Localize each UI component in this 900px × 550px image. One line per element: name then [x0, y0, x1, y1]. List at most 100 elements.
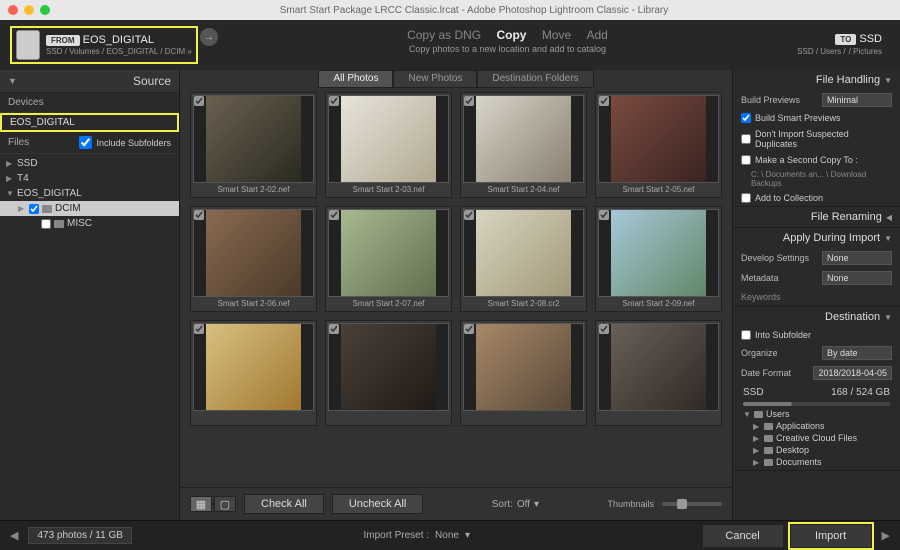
- thumbnail-cell[interactable]: [460, 320, 587, 426]
- thumbnail-checkbox[interactable]: [329, 210, 339, 220]
- thumbnail-checkbox[interactable]: [599, 324, 609, 334]
- thumbnail-checkbox[interactable]: [464, 210, 474, 220]
- build-previews-select[interactable]: Minimal: [822, 93, 892, 107]
- develop-settings-select[interactable]: None: [822, 251, 892, 265]
- chevron-down-icon: ▼: [884, 76, 892, 85]
- thumbnail-cell[interactable]: [325, 320, 452, 426]
- thumbnail-checkbox[interactable]: [599, 210, 609, 220]
- file-handling-header[interactable]: File Handling▼: [733, 70, 900, 90]
- thumbnail-checkbox[interactable]: [194, 324, 204, 334]
- organize-row[interactable]: Organize By date: [733, 343, 900, 363]
- organize-select[interactable]: By date: [822, 346, 892, 360]
- include-subfolders-checkbox[interactable]: [79, 136, 92, 149]
- zoom-traffic-light[interactable]: [40, 5, 50, 15]
- import-preset-selector[interactable]: Import Preset : None ▾: [363, 530, 470, 541]
- thumbnail-cell[interactable]: Smart Start 2-05.nef: [595, 92, 722, 198]
- thumbnail-checkbox[interactable]: [464, 324, 474, 334]
- chevron-down-icon: ▼: [884, 313, 892, 322]
- grid-view-button[interactable]: ▦: [190, 496, 212, 512]
- file-renaming-header[interactable]: File Renaming◀: [733, 207, 900, 227]
- devices-label: Devices: [0, 93, 179, 113]
- check-all-button[interactable]: Check All: [244, 494, 324, 514]
- second-copy-toggle[interactable]: Make a Second Copy To :: [733, 152, 900, 168]
- source-selector[interactable]: FROM EOS_DIGITAL SSD / Volumes / EOS_DIG…: [12, 28, 196, 62]
- thumbnail-image: [598, 95, 719, 183]
- thumbnail-checkbox[interactable]: [194, 96, 204, 106]
- right-panel: File Handling▼ Build Previews Minimal Bu…: [732, 70, 900, 520]
- thumbnail-filename: Smart Start 2-04.nef: [463, 183, 584, 195]
- include-subfolders-toggle[interactable]: Include Subfolders: [79, 136, 171, 149]
- develop-settings-row[interactable]: Develop Settings None: [733, 248, 900, 268]
- date-format-row[interactable]: Date Format 2018/2018-04-05: [733, 363, 900, 383]
- thumbnail-cell[interactable]: Smart Start 2-09.nef: [595, 206, 722, 312]
- thumbnail-checkbox[interactable]: [194, 210, 204, 220]
- thumbnail-cell[interactable]: Smart Start 2-02.nef: [190, 92, 317, 198]
- tab-destination-folders[interactable]: Destination Folders: [477, 70, 593, 88]
- device-eos-digital[interactable]: EOS_DIGITAL: [0, 113, 179, 132]
- thumbnail-image: [463, 95, 584, 183]
- thumbnail-cell[interactable]: Smart Start 2-08.cr2: [460, 206, 587, 312]
- thumbnail-cell[interactable]: [190, 320, 317, 426]
- mode-add[interactable]: Add: [587, 28, 608, 42]
- tab-all-photos[interactable]: All Photos: [318, 70, 393, 88]
- import-button[interactable]: Import: [790, 524, 872, 548]
- minimize-traffic-light[interactable]: [24, 5, 34, 15]
- thumbnail-cell[interactable]: [595, 320, 722, 426]
- mode-copy-dng[interactable]: Copy as DNG: [407, 28, 481, 42]
- eject-source-button[interactable]: →: [200, 28, 218, 46]
- cancel-button[interactable]: Cancel: [702, 524, 784, 548]
- metadata-row[interactable]: Metadata None: [733, 268, 900, 288]
- suspected-duplicates-toggle[interactable]: Don't Import Suspected Duplicates: [733, 126, 900, 152]
- chevron-down-icon: ▼: [8, 76, 17, 86]
- dest-sub: SSD / Users /: [797, 47, 845, 56]
- tree-drive-t4[interactable]: ▶T4: [0, 171, 179, 186]
- keywords-field[interactable]: Keywords: [733, 288, 900, 306]
- dest-tree-applications[interactable]: ▶Applications: [739, 420, 894, 432]
- dest-tree-documents[interactable]: ▶Documents: [739, 456, 894, 468]
- apply-during-import-header[interactable]: Apply During Import▼: [733, 228, 900, 248]
- thumbnail-image: [598, 323, 719, 411]
- build-previews-row[interactable]: Build Previews Minimal: [733, 90, 900, 110]
- dest-tree-desktop[interactable]: ▶Desktop: [739, 444, 894, 456]
- tree-drive-eos[interactable]: ▼EOS_DIGITAL: [0, 186, 179, 201]
- left-panel-toggle[interactable]: ◀: [10, 529, 18, 542]
- thumbnail-grid[interactable]: Smart Start 2-02.nef Smart Start 2-03.nef…: [180, 88, 732, 487]
- mode-copy[interactable]: Copy: [496, 28, 526, 42]
- thumbnail-cell[interactable]: Smart Start 2-07.nef: [325, 206, 452, 312]
- mode-move[interactable]: Move: [542, 28, 571, 42]
- thumbnail-cell[interactable]: Smart Start 2-03.nef: [325, 92, 452, 198]
- drive-icon: [16, 30, 40, 60]
- tree-drive-ssd[interactable]: ▶SSD: [0, 156, 179, 171]
- thumbnail-checkbox[interactable]: [329, 96, 339, 106]
- loupe-view-button[interactable]: ▢: [214, 496, 236, 512]
- folder-icon: [764, 459, 773, 466]
- source-panel-header[interactable]: ▼ Source: [0, 70, 179, 93]
- destination-header[interactable]: Destination▼: [733, 307, 900, 327]
- thumbnail-checkbox[interactable]: [599, 96, 609, 106]
- thumbnail-filename: Smart Start 2-02.nef: [193, 183, 314, 195]
- metadata-select[interactable]: None: [822, 271, 892, 285]
- tree-folder-dcim[interactable]: ▶DCIM: [0, 201, 179, 216]
- thumbnail-size-slider[interactable]: [662, 502, 722, 506]
- right-panel-toggle[interactable]: ▶: [882, 529, 890, 542]
- dest-tree-ccfiles[interactable]: ▶Creative Cloud Files: [739, 432, 894, 444]
- into-subfolder-toggle[interactable]: Into Subfolder: [733, 327, 900, 343]
- grid-tabs: All Photos New Photos Destination Folder…: [180, 70, 732, 88]
- add-to-collection-toggle[interactable]: Add to Collection: [733, 190, 900, 206]
- tab-new-photos[interactable]: New Photos: [393, 70, 477, 88]
- tree-folder-misc[interactable]: MISC: [0, 216, 179, 231]
- thumbnail-cell[interactable]: Smart Start 2-04.nef: [460, 92, 587, 198]
- destination-selector[interactable]: TO SSD SSD / Users / / Pictures: [797, 28, 888, 62]
- thumbnail-image: [193, 209, 314, 297]
- folder-icon: [764, 447, 773, 454]
- dest-name: SSD: [859, 33, 882, 45]
- dest-tree-users[interactable]: ▼Users: [739, 408, 894, 420]
- thumbnail-checkbox[interactable]: [329, 324, 339, 334]
- sort-control[interactable]: Sort: Off ▾: [492, 499, 539, 510]
- thumbnail-checkbox[interactable]: [464, 96, 474, 106]
- smart-previews-toggle[interactable]: Build Smart Previews: [733, 110, 900, 126]
- close-traffic-light[interactable]: [8, 5, 18, 15]
- date-format-select[interactable]: 2018/2018-04-05: [813, 366, 892, 380]
- thumbnail-cell[interactable]: Smart Start 2-06.nef: [190, 206, 317, 312]
- uncheck-all-button[interactable]: Uncheck All: [332, 494, 423, 514]
